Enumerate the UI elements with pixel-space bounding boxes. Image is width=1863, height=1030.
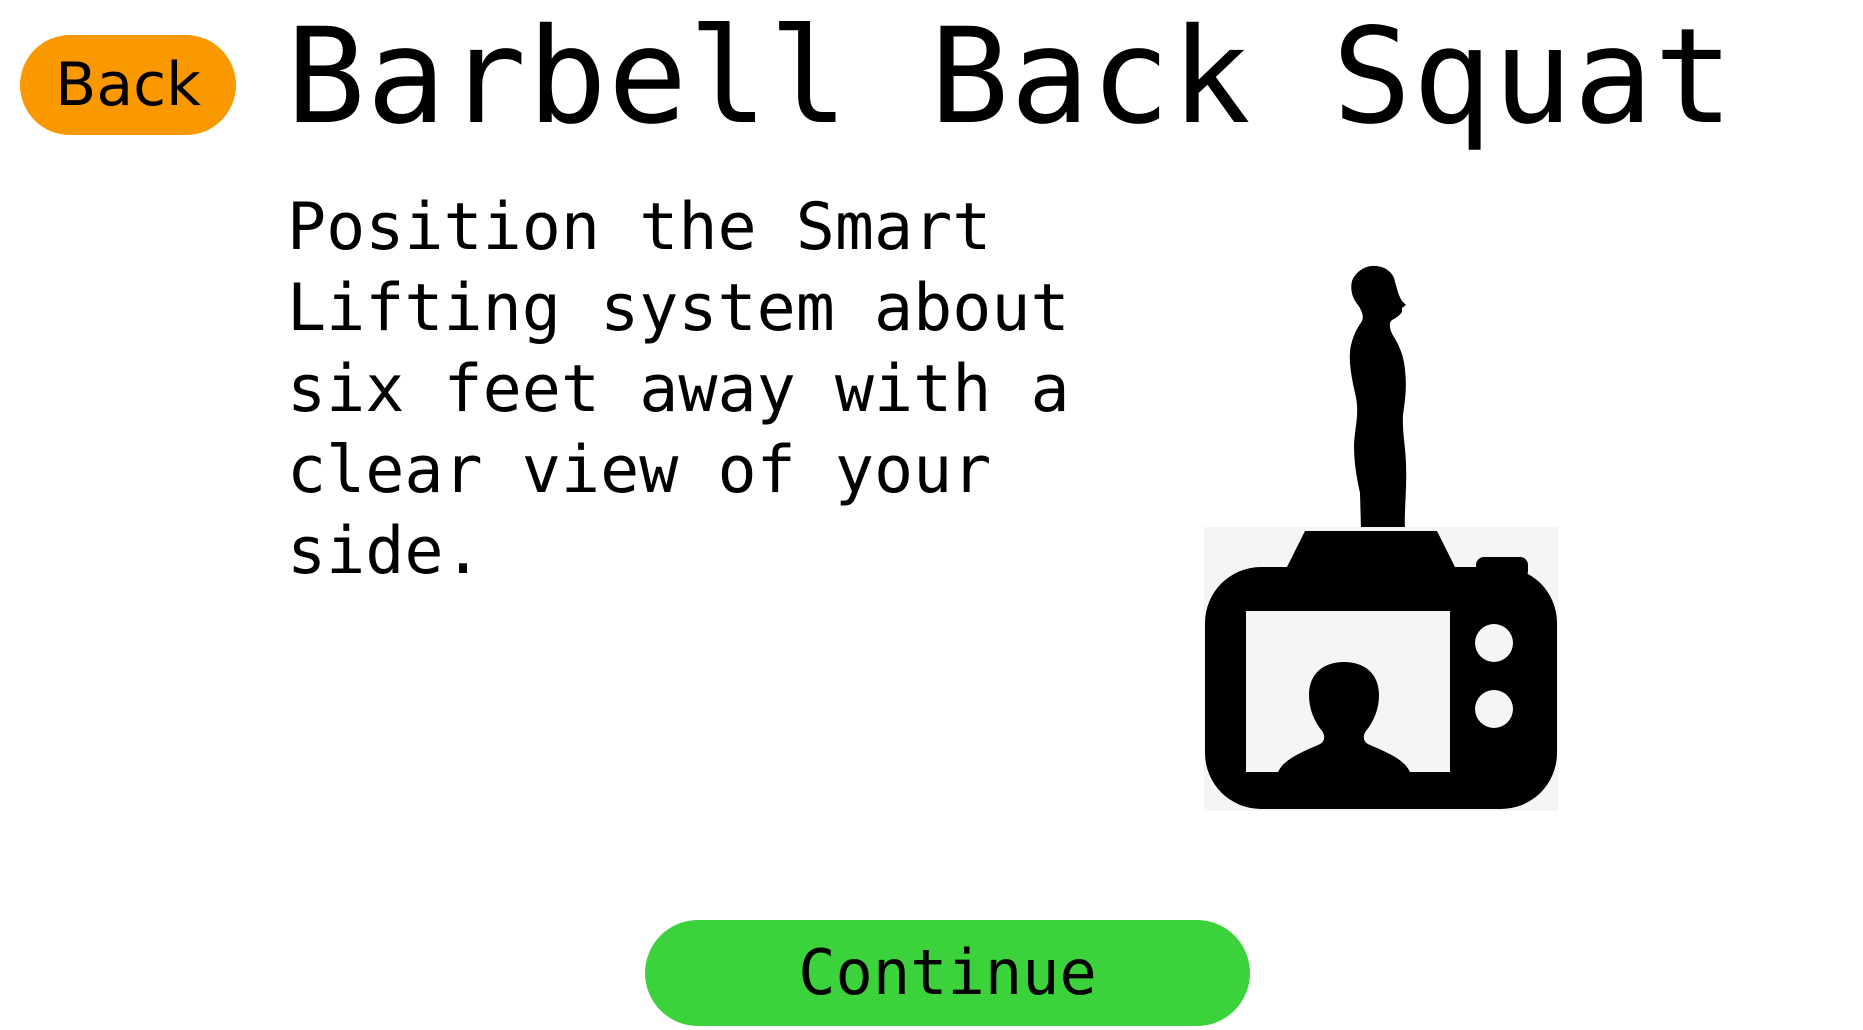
person-side-silhouette-icon	[1349, 265, 1407, 529]
page-title: Barbell Back Squat	[286, 0, 1735, 154]
camera-setup-illustration	[1204, 265, 1558, 811]
continue-button[interactable]: Continue	[645, 920, 1250, 1026]
setup-instructions: Position the Smart Lifting system about …	[287, 190, 1070, 589]
back-button[interactable]: Back	[20, 35, 236, 135]
